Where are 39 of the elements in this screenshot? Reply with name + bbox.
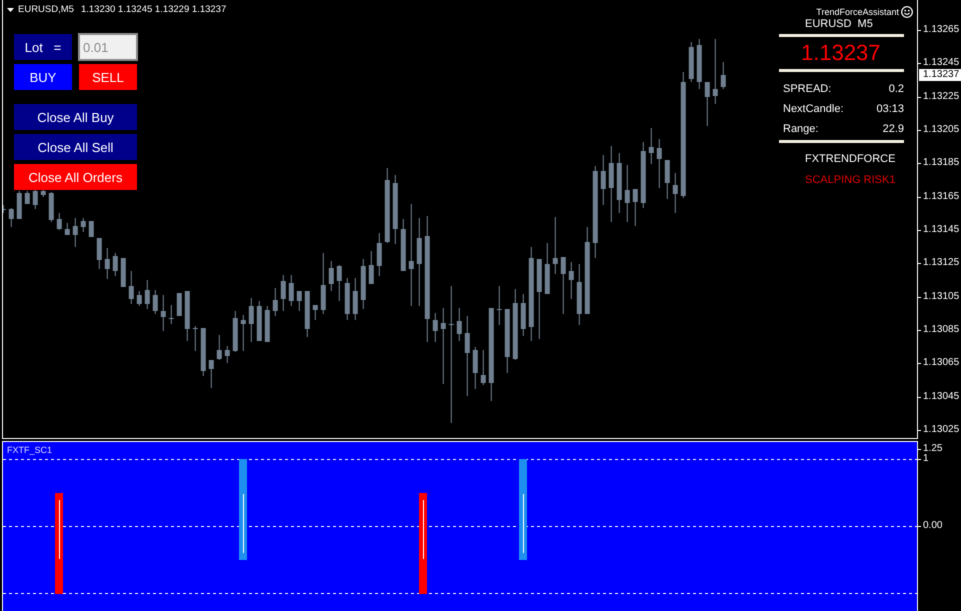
close-orders-button[interactable]: Close All Orders [14,164,137,190]
price-axis-label: 1.13265 [918,24,960,36]
price-axis-label: 1.13165 [918,190,960,203]
caret-icon[interactable] [7,8,14,12]
price-axis-label: 1.13145 [918,224,960,236]
buy-button[interactable]: BUY [14,64,72,90]
current-price-tag: 1.13237 [919,69,961,81]
stat-value: 22.9 [882,122,904,136]
stat-value: 03:13 [876,102,904,116]
indicator-name: FXTF_SC1 [7,445,52,456]
price-axis-label: 1.13065 [918,357,960,370]
price-axis-label: 1.13205 [918,124,960,136]
panel-title: TrendForceAssistant [816,6,899,18]
indicator-axis-label: 1.25 [918,444,942,454]
stat-label: NextCandle: [783,102,844,116]
price-axis-label: 1.13105 [918,290,960,303]
sell-button[interactable]: SELL [79,64,137,90]
price-axis-label: 1.13225 [918,90,960,103]
indicator-axis-label: 0.00 [918,521,942,531]
price-axis-label: 1.13045 [918,390,960,403]
stat-value: 0.2 [888,82,904,96]
close-orders-button[interactable]: Close All Sell [14,134,137,160]
stat-label: Range: [783,122,818,136]
price-axis-label: 1.13085 [918,324,960,336]
stat-label: SPREAD: [783,82,832,96]
brand-name: FXTRENDFORCE [805,152,896,167]
price-axis-label: 1.13125 [918,257,960,270]
smiley-icon [901,6,913,18]
indicator-axis-label: 1 [918,454,929,464]
chart-symbol: EURUSD,M5 [18,4,74,16]
price-axis-label: 1.13185 [918,157,960,170]
symbol-timeframe: EURUSD M5 [805,18,873,30]
ohlc-quotes: 1.13230 1.13245 1.13229 1.13237 [80,4,226,16]
current-price: 1.13237 [801,39,881,67]
strategy-mode: SCALPING RISK1 [805,173,896,188]
price-axis-label: 1.13245 [918,57,960,70]
close-orders-button[interactable]: Close All Buy [14,104,137,130]
lot-label: Lot = [14,34,72,60]
price-axis-label: 1.13025 [918,424,960,436]
